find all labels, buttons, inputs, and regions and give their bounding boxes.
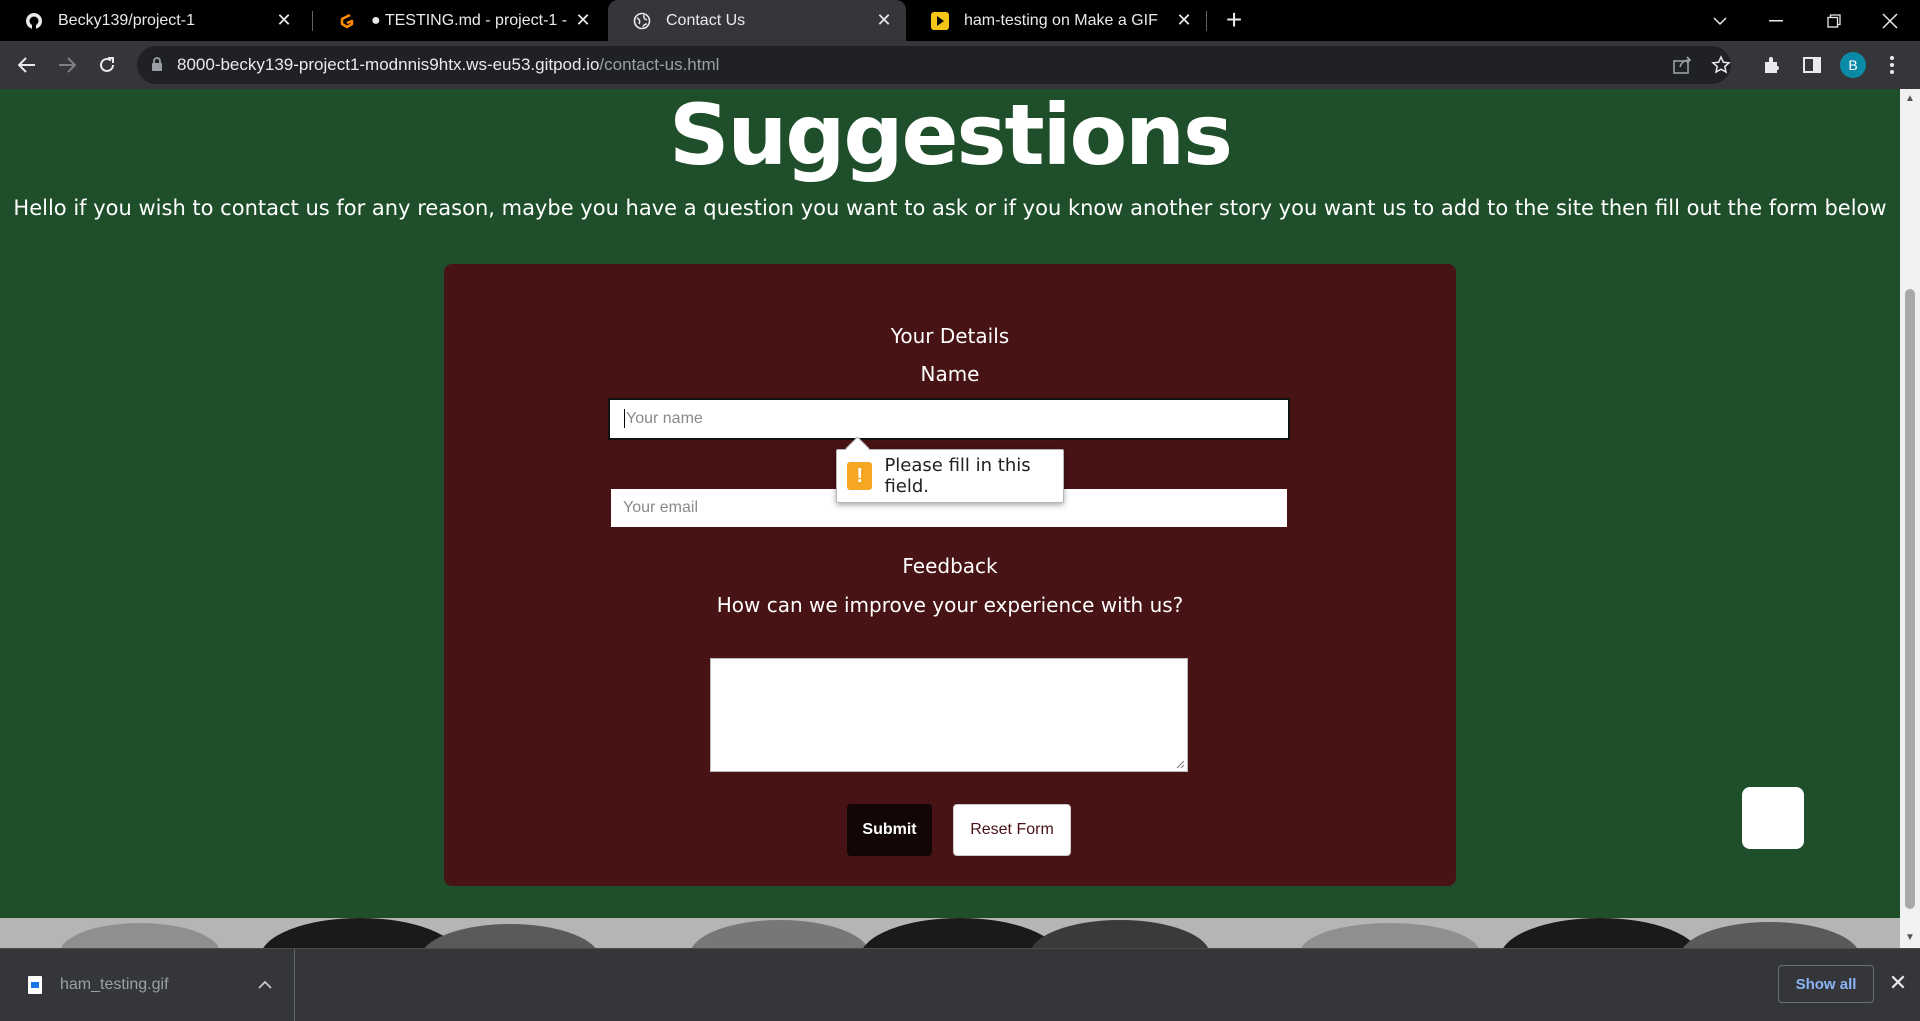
chevron-up-icon[interactable] (258, 976, 272, 994)
text-caret (624, 409, 625, 429)
footer-camo-strip (0, 918, 1900, 948)
resize-handle-icon[interactable] (1175, 759, 1185, 769)
name-placeholder: Your name (626, 410, 703, 427)
restore-icon[interactable] (1806, 0, 1862, 41)
email-placeholder: Your email (623, 499, 699, 516)
download-bar: ham_testing.gif Show all ✕ (0, 948, 1920, 1021)
gitpod-icon (337, 11, 357, 31)
tab-search-icon[interactable] (1692, 0, 1748, 41)
camo-shape (1030, 920, 1210, 948)
tab-divider (1206, 11, 1207, 31)
warning-icon: ! (847, 462, 873, 490)
url-path: /contact-us.html (599, 55, 720, 74)
section-heading-details: Your Details (890, 324, 1010, 348)
floating-action-button[interactable] (1742, 787, 1804, 849)
url-text: 8000-becky139-project1-modnnis9htx.ws-eu… (177, 55, 719, 75)
page-viewport: Suggestions Hello if you wish to contact… (0, 89, 1900, 948)
submit-button[interactable]: Submit (847, 804, 932, 856)
show-all-button[interactable]: Show all (1778, 965, 1874, 1003)
camo-shape (860, 918, 1060, 948)
feedback-question: How can we improve your experience with … (716, 593, 1184, 617)
side-panel-icon[interactable] (1796, 49, 1828, 81)
scroll-down-icon[interactable]: ▼ (1900, 930, 1920, 946)
camo-shape (690, 920, 870, 948)
tab-contact-us[interactable]: Contact Us ✕ (608, 0, 906, 41)
close-tab-icon[interactable]: ✕ (270, 10, 298, 31)
camo-shape (60, 923, 220, 948)
minimize-icon[interactable] (1748, 0, 1804, 41)
close-tab-icon[interactable]: ✕ (569, 10, 597, 31)
back-icon[interactable] (11, 49, 43, 81)
close-download-bar-icon[interactable]: ✕ (1884, 969, 1912, 997)
tab-make-a-gif[interactable]: ham-testing on Make a GIF ✕ (906, 0, 1206, 41)
new-tab-button[interactable]: + (1218, 5, 1250, 37)
globe-icon (632, 11, 652, 31)
tab-title: Contact Us (666, 11, 746, 29)
camo-shape (420, 924, 600, 948)
intro-text: Hello if you wish to contact us for any … (13, 196, 1887, 220)
validation-tooltip: ! Please fill in this field. (836, 436, 1064, 503)
url-domain: 8000-becky139-project1-modnnis9htx.ws-eu… (177, 55, 600, 74)
feedback-textarea[interactable] (710, 658, 1188, 772)
makeagif-icon (930, 11, 950, 31)
browser-toolbar: 8000-becky139-project1-modnnis9htx.ws-eu… (0, 41, 1920, 89)
file-icon (28, 976, 42, 994)
lock-icon (151, 57, 163, 77)
section-heading-feedback: Feedback (902, 554, 998, 578)
tab-title: Becky139/project-1 (58, 11, 195, 29)
camo-shape (1680, 922, 1860, 948)
bookmark-star-icon[interactable] (1711, 55, 1731, 80)
camo-shape (1300, 923, 1480, 948)
validation-message: Please fill in this field. (884, 455, 1031, 497)
name-label: Name (920, 362, 980, 386)
extensions-icon[interactable] (1756, 49, 1788, 81)
close-tab-icon[interactable]: ✕ (870, 10, 898, 31)
scrollbar-thumb[interactable] (1905, 289, 1915, 909)
reload-icon[interactable] (91, 49, 123, 81)
camo-shape (1500, 918, 1700, 948)
share-icon[interactable] (1673, 56, 1693, 79)
download-file-name: ham_testing.gif (60, 976, 169, 993)
github-icon (24, 11, 44, 31)
reset-form-button[interactable]: Reset Form (953, 804, 1071, 856)
tab-title: ham-testing on Make a GIF (964, 11, 1158, 29)
close-tab-icon[interactable]: ✕ (1170, 10, 1198, 31)
tab-github[interactable]: Becky139/project-1 ✕ (0, 0, 306, 41)
contact-form: Your Details Name Your name Your email F… (444, 264, 1456, 886)
scroll-up-icon[interactable]: ▲ (1900, 91, 1920, 107)
forward-icon[interactable] (51, 49, 83, 81)
tab-title: ● TESTING.md - project-1 - Gitpo (371, 11, 569, 29)
tab-gitpod[interactable]: ● TESTING.md - project-1 - Gitpo ✕ (313, 0, 605, 41)
download-item[interactable]: ham_testing.gif (0, 949, 295, 1021)
page-title: Suggestions (669, 89, 1233, 184)
address-bar[interactable]: 8000-becky139-project1-modnnis9htx.ws-eu… (137, 46, 1731, 84)
menu-kebab-icon[interactable] (1876, 49, 1908, 81)
name-input[interactable]: Your name (608, 398, 1290, 440)
page-scrollbar[interactable]: ▲ ▼ (1900, 89, 1920, 948)
tab-strip: Becky139/project-1 ✕ ● TESTING.md - proj… (0, 0, 1920, 41)
profile-avatar[interactable]: B (1840, 52, 1866, 78)
window-close-icon[interactable] (1862, 0, 1918, 41)
